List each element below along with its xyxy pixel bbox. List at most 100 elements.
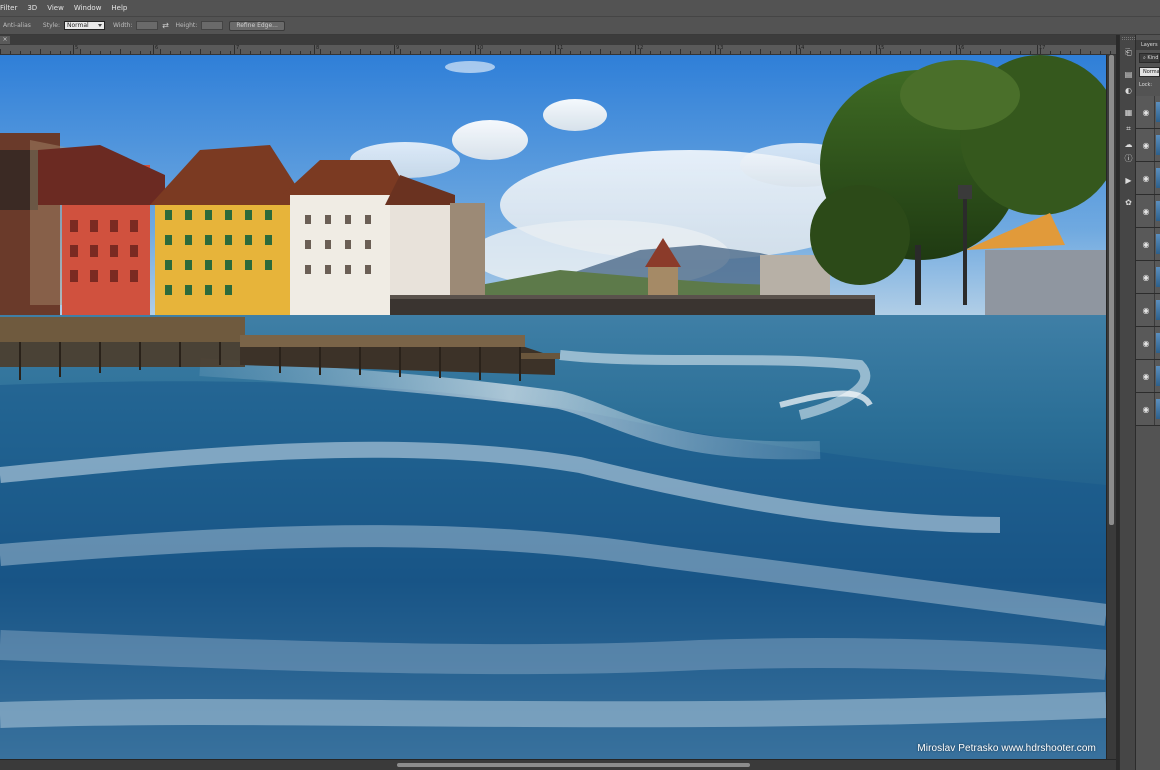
blend-mode-select[interactable]: Normal bbox=[1139, 67, 1160, 77]
vertical-scrollbar[interactable] bbox=[1106, 55, 1116, 759]
ruler-label: 14 bbox=[798, 45, 805, 51]
menu-3d[interactable]: 3D bbox=[22, 0, 42, 16]
horizontal-scroll-thumb[interactable] bbox=[397, 763, 750, 767]
layer-filter-kind[interactable]: ⌕ Kind bbox=[1139, 53, 1160, 63]
horizontal-scrollbar[interactable] bbox=[0, 759, 1116, 770]
layer-row[interactable]: ◉ bbox=[1136, 129, 1160, 162]
close-tab-icon[interactable]: × bbox=[0, 36, 10, 44]
ruler-minor-tick bbox=[40, 49, 41, 54]
swap-dimensions-icon[interactable]: ⇄ bbox=[158, 21, 172, 30]
layer-list: ◉ ◉ ◉ ◉ ◉ ◉ ◉ ◉ ◉ ◉ bbox=[1136, 96, 1160, 426]
ruler-minor-tick bbox=[1100, 51, 1101, 54]
visibility-eye-icon[interactable]: ◉ bbox=[1138, 228, 1155, 260]
visibility-eye-icon[interactable]: ◉ bbox=[1138, 360, 1155, 392]
ruler-major-tick bbox=[956, 45, 957, 54]
visibility-eye-icon[interactable]: ◉ bbox=[1138, 195, 1155, 227]
play-icon[interactable]: ▶ bbox=[1123, 175, 1134, 186]
ruler-minor-tick bbox=[530, 51, 531, 54]
layer-row[interactable]: ◉ bbox=[1136, 162, 1160, 195]
ruler-minor-tick bbox=[1050, 51, 1051, 54]
ruler-minor-tick bbox=[1090, 51, 1091, 54]
horizontal-ruler: 5 6 7 8 9 10 11 12 13 14 15 16 17 bbox=[0, 45, 1116, 55]
cloud-icon[interactable]: ☁ bbox=[1123, 139, 1134, 150]
clone-source-icon[interactable]: ✿ bbox=[1123, 197, 1134, 208]
ruler-minor-tick bbox=[850, 51, 851, 54]
ruler-minor-tick bbox=[800, 49, 801, 54]
visibility-eye-icon[interactable]: ◉ bbox=[1138, 261, 1155, 293]
ruler-minor-tick bbox=[1110, 51, 1111, 54]
menu-filter[interactable]: Filter bbox=[0, 0, 22, 16]
layer-row[interactable]: ◉ bbox=[1136, 195, 1160, 228]
ruler-minor-tick bbox=[1070, 51, 1071, 54]
ruler-minor-tick bbox=[500, 51, 501, 54]
anti-alias-checkbox[interactable]: Anti-alias bbox=[3, 22, 31, 29]
ruler-minor-tick bbox=[880, 49, 881, 54]
visibility-eye-icon[interactable]: ◉ bbox=[1138, 129, 1155, 161]
ruler-major-tick bbox=[73, 45, 74, 54]
ruler-minor-tick bbox=[340, 51, 341, 54]
ruler-label: 5 bbox=[75, 45, 79, 51]
crop-icon[interactable]: ⌗ bbox=[1123, 123, 1134, 134]
visibility-eye-icon[interactable]: ◉ bbox=[1138, 162, 1155, 194]
table-icon[interactable]: ▦ bbox=[1123, 107, 1134, 118]
panel-grip[interactable] bbox=[1122, 37, 1135, 40]
ruler-minor-tick bbox=[900, 51, 901, 54]
ruler-minor-tick bbox=[1000, 49, 1001, 54]
ruler-minor-tick bbox=[490, 51, 491, 54]
layer-row[interactable]: ◉ bbox=[1136, 96, 1160, 129]
ruler-minor-tick bbox=[360, 49, 361, 54]
ruler-major-tick bbox=[635, 45, 636, 54]
ruler-minor-tick bbox=[180, 51, 181, 54]
menu-window[interactable]: Window bbox=[69, 0, 107, 16]
adjustments-icon[interactable]: ◐ bbox=[1123, 85, 1134, 96]
layer-row[interactable]: ◉ bbox=[1136, 360, 1160, 393]
layer-row[interactable]: ◉ bbox=[1136, 294, 1160, 327]
layer-thumbnail bbox=[1156, 168, 1160, 188]
layer-thumbnail bbox=[1156, 234, 1160, 254]
ruler-minor-tick bbox=[640, 49, 641, 54]
layer-thumbnail bbox=[1156, 201, 1160, 221]
ruler-minor-tick bbox=[370, 51, 371, 54]
ruler-minor-tick bbox=[430, 51, 431, 54]
ruler-minor-tick bbox=[980, 51, 981, 54]
visibility-eye-icon[interactable]: ◉ bbox=[1138, 96, 1155, 128]
layer-row[interactable]: ◉ bbox=[1136, 393, 1160, 426]
ruler-minor-tick bbox=[290, 51, 291, 54]
width-input[interactable] bbox=[136, 21, 159, 30]
layer-row[interactable]: ◉ bbox=[1136, 327, 1160, 360]
ruler-minor-tick bbox=[260, 51, 261, 54]
ruler-minor-tick bbox=[670, 51, 671, 54]
height-input[interactable] bbox=[201, 21, 224, 30]
layer-row[interactable]: ◉ bbox=[1136, 261, 1160, 294]
ruler-major-tick bbox=[796, 45, 797, 54]
style-select[interactable]: Normal bbox=[64, 21, 105, 30]
menu-help[interactable]: Help bbox=[106, 0, 132, 16]
refine-edge-button[interactable]: Refine Edge... bbox=[229, 20, 285, 31]
info-icon[interactable]: ⓘ bbox=[1123, 153, 1134, 164]
vertical-scroll-thumb[interactable] bbox=[1109, 55, 1114, 525]
ruler-minor-tick bbox=[30, 51, 31, 54]
history-icon[interactable]: ⎗ bbox=[1123, 47, 1134, 58]
menu-bar: Filter 3D View Window Help bbox=[0, 0, 1160, 16]
ruler-minor-tick bbox=[830, 51, 831, 54]
ruler-minor-tick bbox=[330, 51, 331, 54]
document-canvas[interactable]: Miroslav Petrasko www.hdrshooter.com bbox=[0, 55, 1106, 759]
layer-row[interactable]: ◉ bbox=[1136, 228, 1160, 261]
ruler-minor-tick bbox=[720, 49, 721, 54]
ruler-major-tick bbox=[394, 45, 395, 54]
ruler-major-tick bbox=[153, 45, 154, 54]
visibility-eye-icon[interactable]: ◉ bbox=[1138, 393, 1155, 425]
layer-thumbnail bbox=[1156, 300, 1160, 320]
ruler-minor-tick bbox=[410, 51, 411, 54]
menu-view[interactable]: View bbox=[42, 0, 69, 16]
visibility-eye-icon[interactable]: ◉ bbox=[1138, 294, 1155, 326]
ruler-minor-tick bbox=[420, 51, 421, 54]
ruler-minor-tick bbox=[200, 49, 201, 54]
visibility-eye-icon[interactable]: ◉ bbox=[1138, 327, 1155, 359]
properties-icon[interactable]: ▤ bbox=[1123, 69, 1134, 80]
ruler-minor-tick bbox=[220, 51, 221, 54]
ruler-minor-tick bbox=[740, 51, 741, 54]
ruler-minor-tick bbox=[210, 51, 211, 54]
layers-tab[interactable]: Layers bbox=[1136, 40, 1160, 50]
ruler-minor-tick bbox=[630, 51, 631, 54]
